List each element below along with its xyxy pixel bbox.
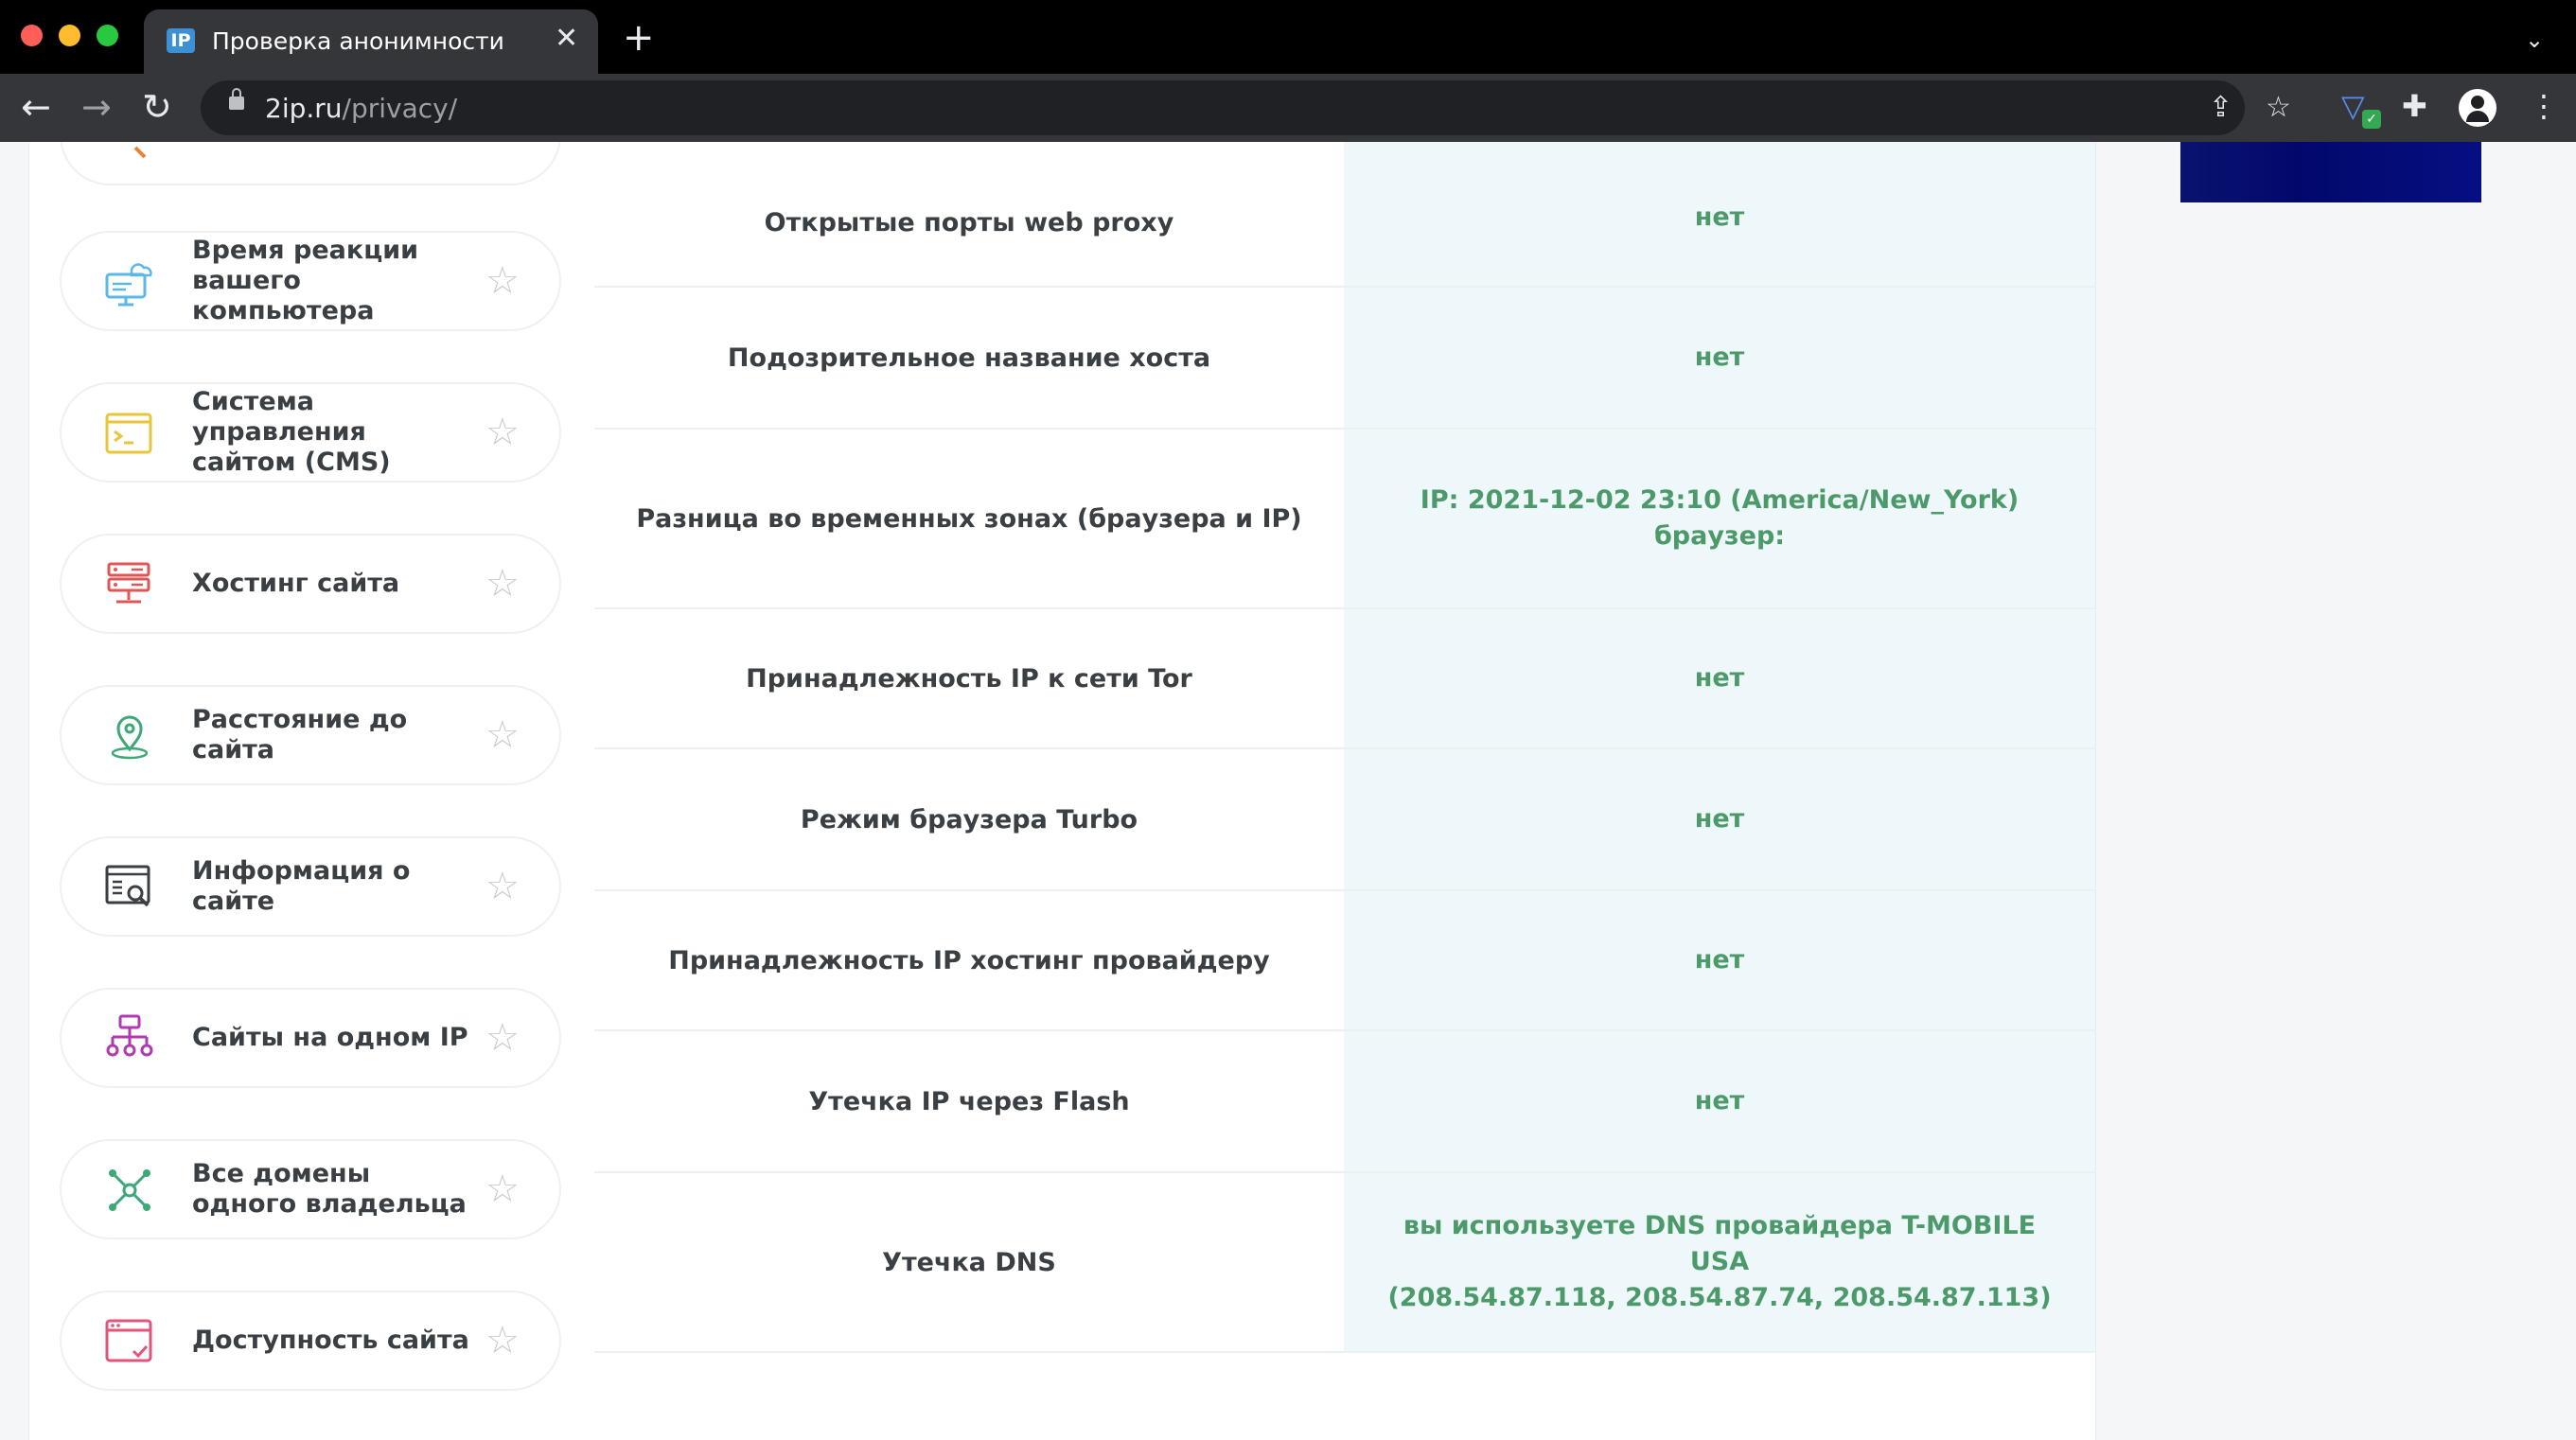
- table-row: Утечка DNS вы используете DNS провайдера…: [594, 1173, 2095, 1353]
- browser-tab-bar: IP Проверка анонимности ✕ + ⌄: [0, 0, 2576, 74]
- reload-icon[interactable]: ↻: [142, 87, 172, 127]
- profile-avatar[interactable]: [2459, 89, 2497, 127]
- row-value: нет: [1344, 288, 2095, 428]
- sidebar-item-label: Информация о сайте: [192, 856, 411, 916]
- table-row: Открытые порты web proxy нет: [594, 142, 2095, 288]
- sidebar-item-label: Расстояние до сайта: [192, 705, 408, 764]
- browser-tab-active[interactable]: IP Проверка анонимности ✕: [144, 9, 598, 74]
- row-value: нет: [1344, 609, 2095, 747]
- favorite-star-icon[interactable]: ☆: [485, 1322, 520, 1360]
- table-row: Подозрительное название хоста нет: [594, 288, 2095, 430]
- table-row: Разница во временных зонах (браузера и I…: [594, 430, 2095, 609]
- sidebar-item-partial[interactable]: [60, 142, 561, 185]
- sidebar-item-label: Хостинг сайта: [192, 569, 400, 598]
- sidebar-item-owner-domains[interactable]: Все домены одного владельца ☆: [60, 1139, 561, 1239]
- row-value: нет: [1344, 1031, 2095, 1171]
- sidebar: Время реакции вашего компьютера ☆ Систем…: [28, 142, 596, 1440]
- window-close-button[interactable]: [21, 25, 43, 46]
- bookmark-star-icon[interactable]: ☆: [2266, 92, 2291, 124]
- share-icon[interactable]: ⇪: [2209, 92, 2232, 124]
- address-bar[interactable]: 2ip.ru/privacy/ ⇪ ☆: [201, 80, 2291, 135]
- sidebar-item-sites-same-ip[interactable]: Сайты на одном IP ☆: [60, 988, 561, 1088]
- back-arrow-icon[interactable]: ←: [21, 87, 51, 127]
- sidebar-item-cms[interactable]: Система управления сайтом (CMS) ☆: [60, 382, 561, 483]
- url-host: 2ip.ru: [265, 93, 343, 124]
- tab-search-chevron-icon[interactable]: ⌄: [2525, 26, 2544, 53]
- row-value: нет: [1344, 891, 2095, 1029]
- row-label: Разница во временных зонах (браузера и I…: [636, 503, 1302, 534]
- favorite-star-icon[interactable]: ☆: [485, 565, 520, 603]
- sidebar-item-label: Система управления сайтом (CMS): [192, 387, 391, 477]
- sidebar-item-availability[interactable]: Доступность сайта ☆: [60, 1291, 561, 1391]
- window-minimize-button[interactable]: [59, 25, 80, 46]
- row-label: Подозрительное название хоста: [727, 342, 1211, 373]
- advertisement-banner[interactable]: [2180, 142, 2481, 202]
- sidebar-item-response-time[interactable]: Время реакции вашего компьютера ☆: [60, 231, 561, 331]
- window-zoom-button[interactable]: [97, 25, 118, 46]
- table-row: Принадлежность IP хостинг провайдеру нет: [594, 891, 2095, 1031]
- tab-title: Проверка анонимности: [212, 27, 504, 55]
- site-search-icon: [105, 865, 150, 907]
- favorite-star-icon[interactable]: ☆: [485, 262, 520, 300]
- favorite-star-icon[interactable]: ☆: [485, 716, 520, 754]
- extension-check-badge-icon: ✓: [2362, 110, 2381, 129]
- extensions-puzzle-icon[interactable]: ✚: [2402, 87, 2427, 125]
- sidebar-item-hosting[interactable]: Хостинг сайта ☆: [60, 534, 561, 634]
- browser-toolbar: ← → ↻ 2ip.ru/privacy/ ⇪ ☆ ▽ ✓ ✚ ⋮: [0, 74, 2576, 142]
- row-value: нет: [1344, 749, 2095, 889]
- row-value: IP: 2021-12-02 23:10 (America/New_York) …: [1344, 430, 2095, 607]
- extension-filter-icon[interactable]: ▽: [2341, 87, 2365, 125]
- sidebar-item-label: Доступность сайта: [192, 1326, 469, 1355]
- server-icon: [107, 562, 150, 604]
- browser-menu-icon[interactable]: ⋮: [2529, 87, 2559, 125]
- row-label: Открытые порты web proxy: [764, 207, 1174, 237]
- map-pin-icon: [111, 715, 149, 760]
- tool-icon: [133, 146, 147, 159]
- sidebar-item-label: Сайты на одном IP: [192, 1023, 468, 1052]
- row-label: Режим браузера Turbo: [800, 804, 1138, 834]
- sidebar-item-label: Время реакции вашего компьютера: [192, 236, 419, 325]
- url-path: /privacy/: [342, 93, 458, 124]
- row-label: Принадлежность IP к сети Tor: [746, 663, 1192, 694]
- browser-check-icon: [105, 1319, 152, 1362]
- monitor-cloud-icon: [105, 263, 152, 307]
- favorite-star-icon[interactable]: ☆: [485, 868, 520, 905]
- row-value: вы используете DNS провайдера T-MOBILE U…: [1344, 1173, 2095, 1351]
- row-label: Утечка IP через Flash: [808, 1086, 1130, 1116]
- table-row: Принадлежность IP к сети Tor нет: [594, 609, 2095, 749]
- sidebar-item-distance[interactable]: Расстояние до сайта ☆: [60, 685, 561, 785]
- favorite-star-icon[interactable]: ☆: [485, 1019, 520, 1057]
- privacy-results-table: Открытые порты web proxy нет Подозритель…: [594, 142, 2096, 1440]
- table-row: Утечка IP через Flash нет: [594, 1031, 2095, 1173]
- favorite-star-icon[interactable]: ☆: [485, 413, 520, 451]
- page-content: Время реакции вашего компьютера ☆ Систем…: [0, 142, 2576, 1440]
- lock-icon[interactable]: [229, 88, 244, 110]
- terminal-window-icon: [105, 413, 152, 454]
- row-label: Утечка DNS: [882, 1247, 1056, 1277]
- network-tree-icon: [106, 1014, 153, 1057]
- sidebar-item-site-info[interactable]: Информация о сайте ☆: [60, 836, 561, 937]
- row-value: нет: [1344, 142, 2095, 286]
- url-text[interactable]: 2ip.ru/privacy/: [265, 93, 457, 124]
- favorite-star-icon[interactable]: ☆: [485, 1170, 520, 1208]
- sidebar-item-label: Все домены одного владельца: [192, 1159, 467, 1219]
- row-label: Принадлежность IP хостинг провайдеру: [668, 945, 1270, 975]
- tab-favicon-icon: IP: [167, 28, 195, 53]
- table-row: Режим браузера Turbo нет: [594, 749, 2095, 891]
- new-tab-button[interactable]: +: [623, 19, 655, 57]
- forward-arrow-icon[interactable]: →: [81, 87, 112, 127]
- tab-close-icon[interactable]: ✕: [555, 25, 578, 53]
- hub-nodes-icon: [109, 1169, 150, 1211]
